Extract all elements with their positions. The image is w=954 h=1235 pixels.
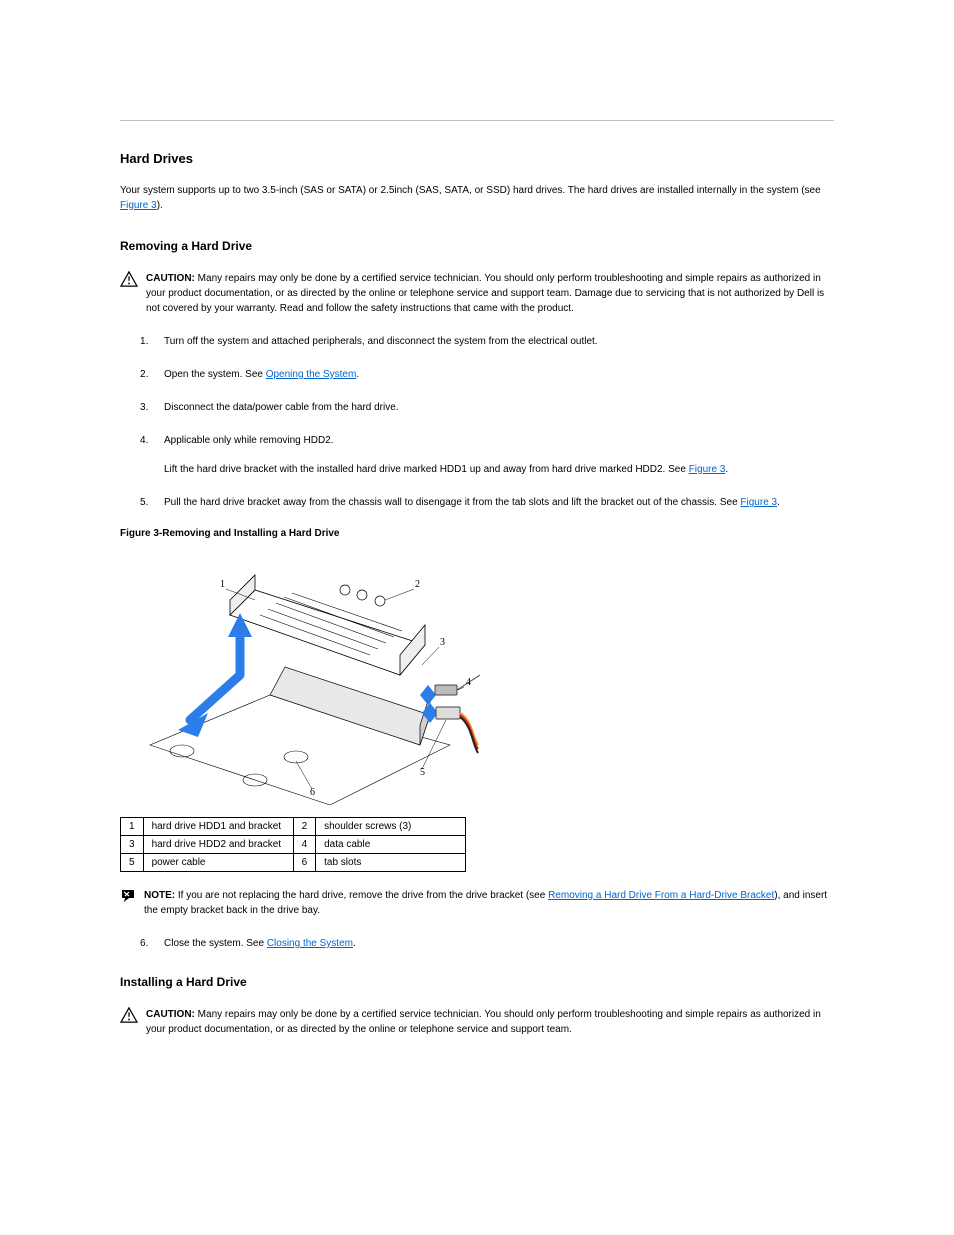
figure-hard-drive: 1 2 3 4 5 6 xyxy=(120,545,834,805)
svg-text:5: 5 xyxy=(420,767,425,778)
caution-icon xyxy=(120,1007,138,1023)
remove-step-4: Applicable only while removing HDD2. Lif… xyxy=(140,433,834,477)
svg-text:6: 6 xyxy=(310,787,315,798)
removing-hard-drive-heading: Removing a Hard Drive xyxy=(120,239,834,253)
callout-3-num: 3 xyxy=(121,836,144,854)
step4-note: Applicable only while removing HDD2. xyxy=(164,435,334,446)
install-caution-label: CAUTION: xyxy=(146,1009,198,1020)
step4-after: . xyxy=(725,464,728,475)
remove-step-1: Turn off the system and attached periphe… xyxy=(140,334,834,349)
note-body-before: If you are not replacing the hard drive,… xyxy=(175,890,548,901)
note-label: NOTE: xyxy=(144,890,175,901)
figure-caption-prefix: Figure 3- xyxy=(120,528,162,539)
callout-4-label: data cable xyxy=(316,836,466,854)
caution-label: CAUTION: xyxy=(146,273,198,284)
callout-6-label: tab slots xyxy=(316,854,466,872)
callout-5-label: power cable xyxy=(143,854,293,872)
step5-after: . xyxy=(777,497,780,508)
install-caution-body: Many repairs may only be done by a certi… xyxy=(146,1009,821,1035)
figure-3-link-3[interactable]: Figure 3 xyxy=(740,497,777,508)
intro-trailing: ). xyxy=(157,200,163,211)
section-rule xyxy=(120,120,834,121)
figure-callout-table: 1 hard drive HDD1 and bracket 2 shoulder… xyxy=(120,817,466,872)
remove-steps-list-continued: Close the system. See Closing the System… xyxy=(140,936,834,951)
note-icon xyxy=(120,888,136,902)
callout-3-label: hard drive HDD2 and bracket xyxy=(143,836,293,854)
step2-before: Open the system. See xyxy=(164,369,266,380)
caution-block: CAUTION: Many repairs may only be done b… xyxy=(120,271,834,316)
intro-text-after: inch (SAS, SATA, or SSD) hard drives. Th… xyxy=(394,185,820,196)
step6-before: Close the system. See xyxy=(164,938,267,949)
hard-drive-illustration: 1 2 3 4 5 6 xyxy=(120,545,480,805)
callout-1-label: hard drive HDD1 and bracket xyxy=(143,818,293,836)
callout-1-num: 1 xyxy=(121,818,144,836)
remove-step-5: Pull the hard drive bracket away from th… xyxy=(140,495,834,510)
svg-text:1: 1 xyxy=(220,579,225,590)
step1-text: Turn off the system and attached periphe… xyxy=(164,336,598,347)
installing-hard-drive-heading: Installing a Hard Drive xyxy=(120,975,834,989)
caution-icon xyxy=(120,271,138,287)
figure-caption: Figure 3- ​ Removing and Installing a Ha… xyxy=(120,528,834,539)
remove-step-6: Close the system. See Closing the System… xyxy=(140,936,834,951)
caution-body: Many repairs may only be done by a certi… xyxy=(146,273,824,314)
figure-3-link-2[interactable]: Figure 3 xyxy=(689,464,726,475)
closing-system-link[interactable]: Closing the System xyxy=(267,938,353,949)
intro-text-before: Your system supports up to two 3.5-inch … xyxy=(120,185,394,196)
svg-text:2: 2 xyxy=(415,579,420,590)
install-caution-block: CAUTION: Many repairs may only be done b… xyxy=(120,1007,834,1037)
callout-4-num: 4 xyxy=(293,836,316,854)
svg-text:4: 4 xyxy=(466,677,471,688)
intro-paragraph: Your system supports up to two 3.5-inch … xyxy=(120,184,834,213)
callout-5-num: 5 xyxy=(121,854,144,872)
callout-2-label: shoulder screws (3) xyxy=(316,818,466,836)
svg-text:3: 3 xyxy=(440,637,445,648)
callout-2-num: 2 xyxy=(293,818,316,836)
remove-step-2: Open the system. See Opening the System. xyxy=(140,367,834,382)
step2-after: . xyxy=(356,369,359,380)
opening-system-link[interactable]: Opening the System xyxy=(266,369,357,380)
step5-before: Pull the hard drive bracket away from th… xyxy=(164,497,740,508)
remove-step-3: Disconnect the data/power cable from the… xyxy=(140,400,834,415)
figure-3-link[interactable]: Figure 3 xyxy=(120,200,157,211)
callout-6-num: 6 xyxy=(293,854,316,872)
remove-steps-list: Turn off the system and attached periphe… xyxy=(140,334,834,510)
figure-caption-body: Removing and Installing a Hard Drive xyxy=(162,528,339,539)
step3-text: Disconnect the data/power cable from the… xyxy=(164,402,399,413)
section-title: Hard Drives xyxy=(120,151,834,166)
note-block: NOTE: If you are not replacing the hard … xyxy=(120,888,834,918)
step4-before: Lift the hard drive bracket with the ins… xyxy=(164,464,689,475)
step6-after: . xyxy=(353,938,356,949)
removing-from-bracket-link[interactable]: Removing a Hard Drive From a Hard-Drive … xyxy=(548,890,774,901)
